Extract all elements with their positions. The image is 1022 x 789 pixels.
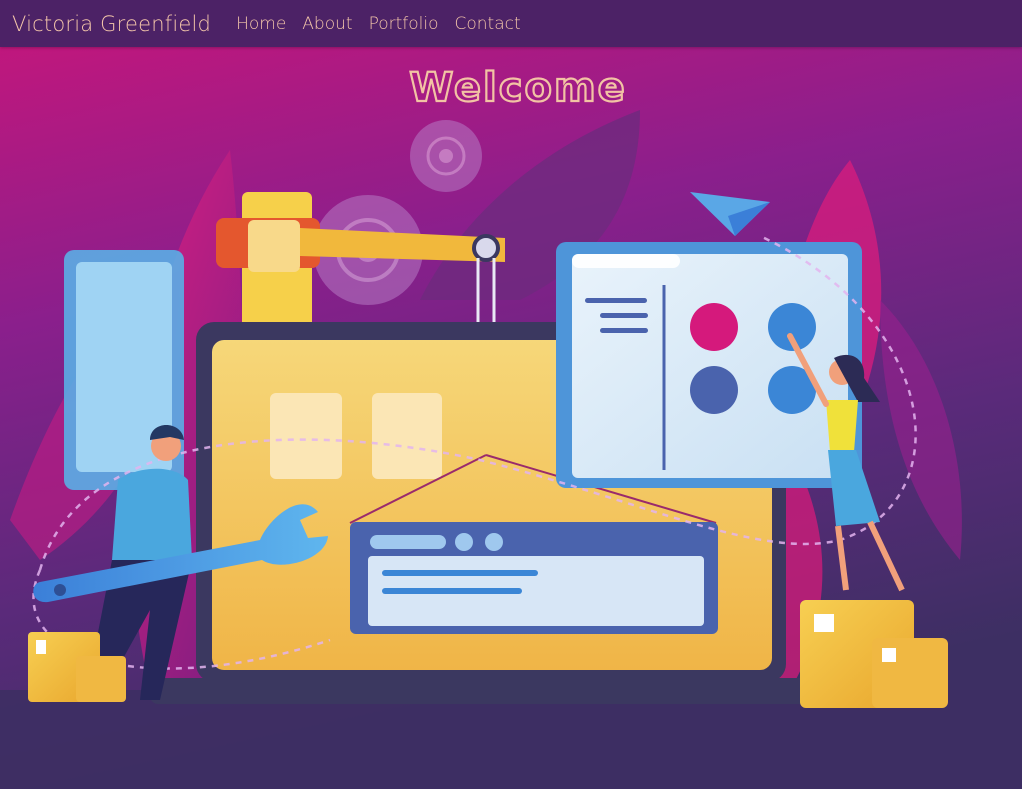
gear-icon-small — [410, 120, 482, 192]
nav-link-portfolio[interactable]: Portfolio — [369, 14, 439, 34]
hero-illustration: Welcome — [0, 47, 1022, 789]
nav-links: Home About Portfolio Contact — [236, 14, 537, 34]
hero-section: Welcome — [0, 47, 1022, 789]
top-navbar: Victoria Greenfield Home About Portfolio… — [0, 0, 1022, 47]
nav-link-home[interactable]: Home — [236, 14, 286, 34]
brand-name-link[interactable]: Victoria Greenfield — [12, 12, 211, 36]
nav-link-contact[interactable]: Contact — [455, 14, 521, 34]
nav-link-about[interactable]: About — [302, 14, 352, 34]
welcome-heading: Welcome — [409, 65, 627, 111]
